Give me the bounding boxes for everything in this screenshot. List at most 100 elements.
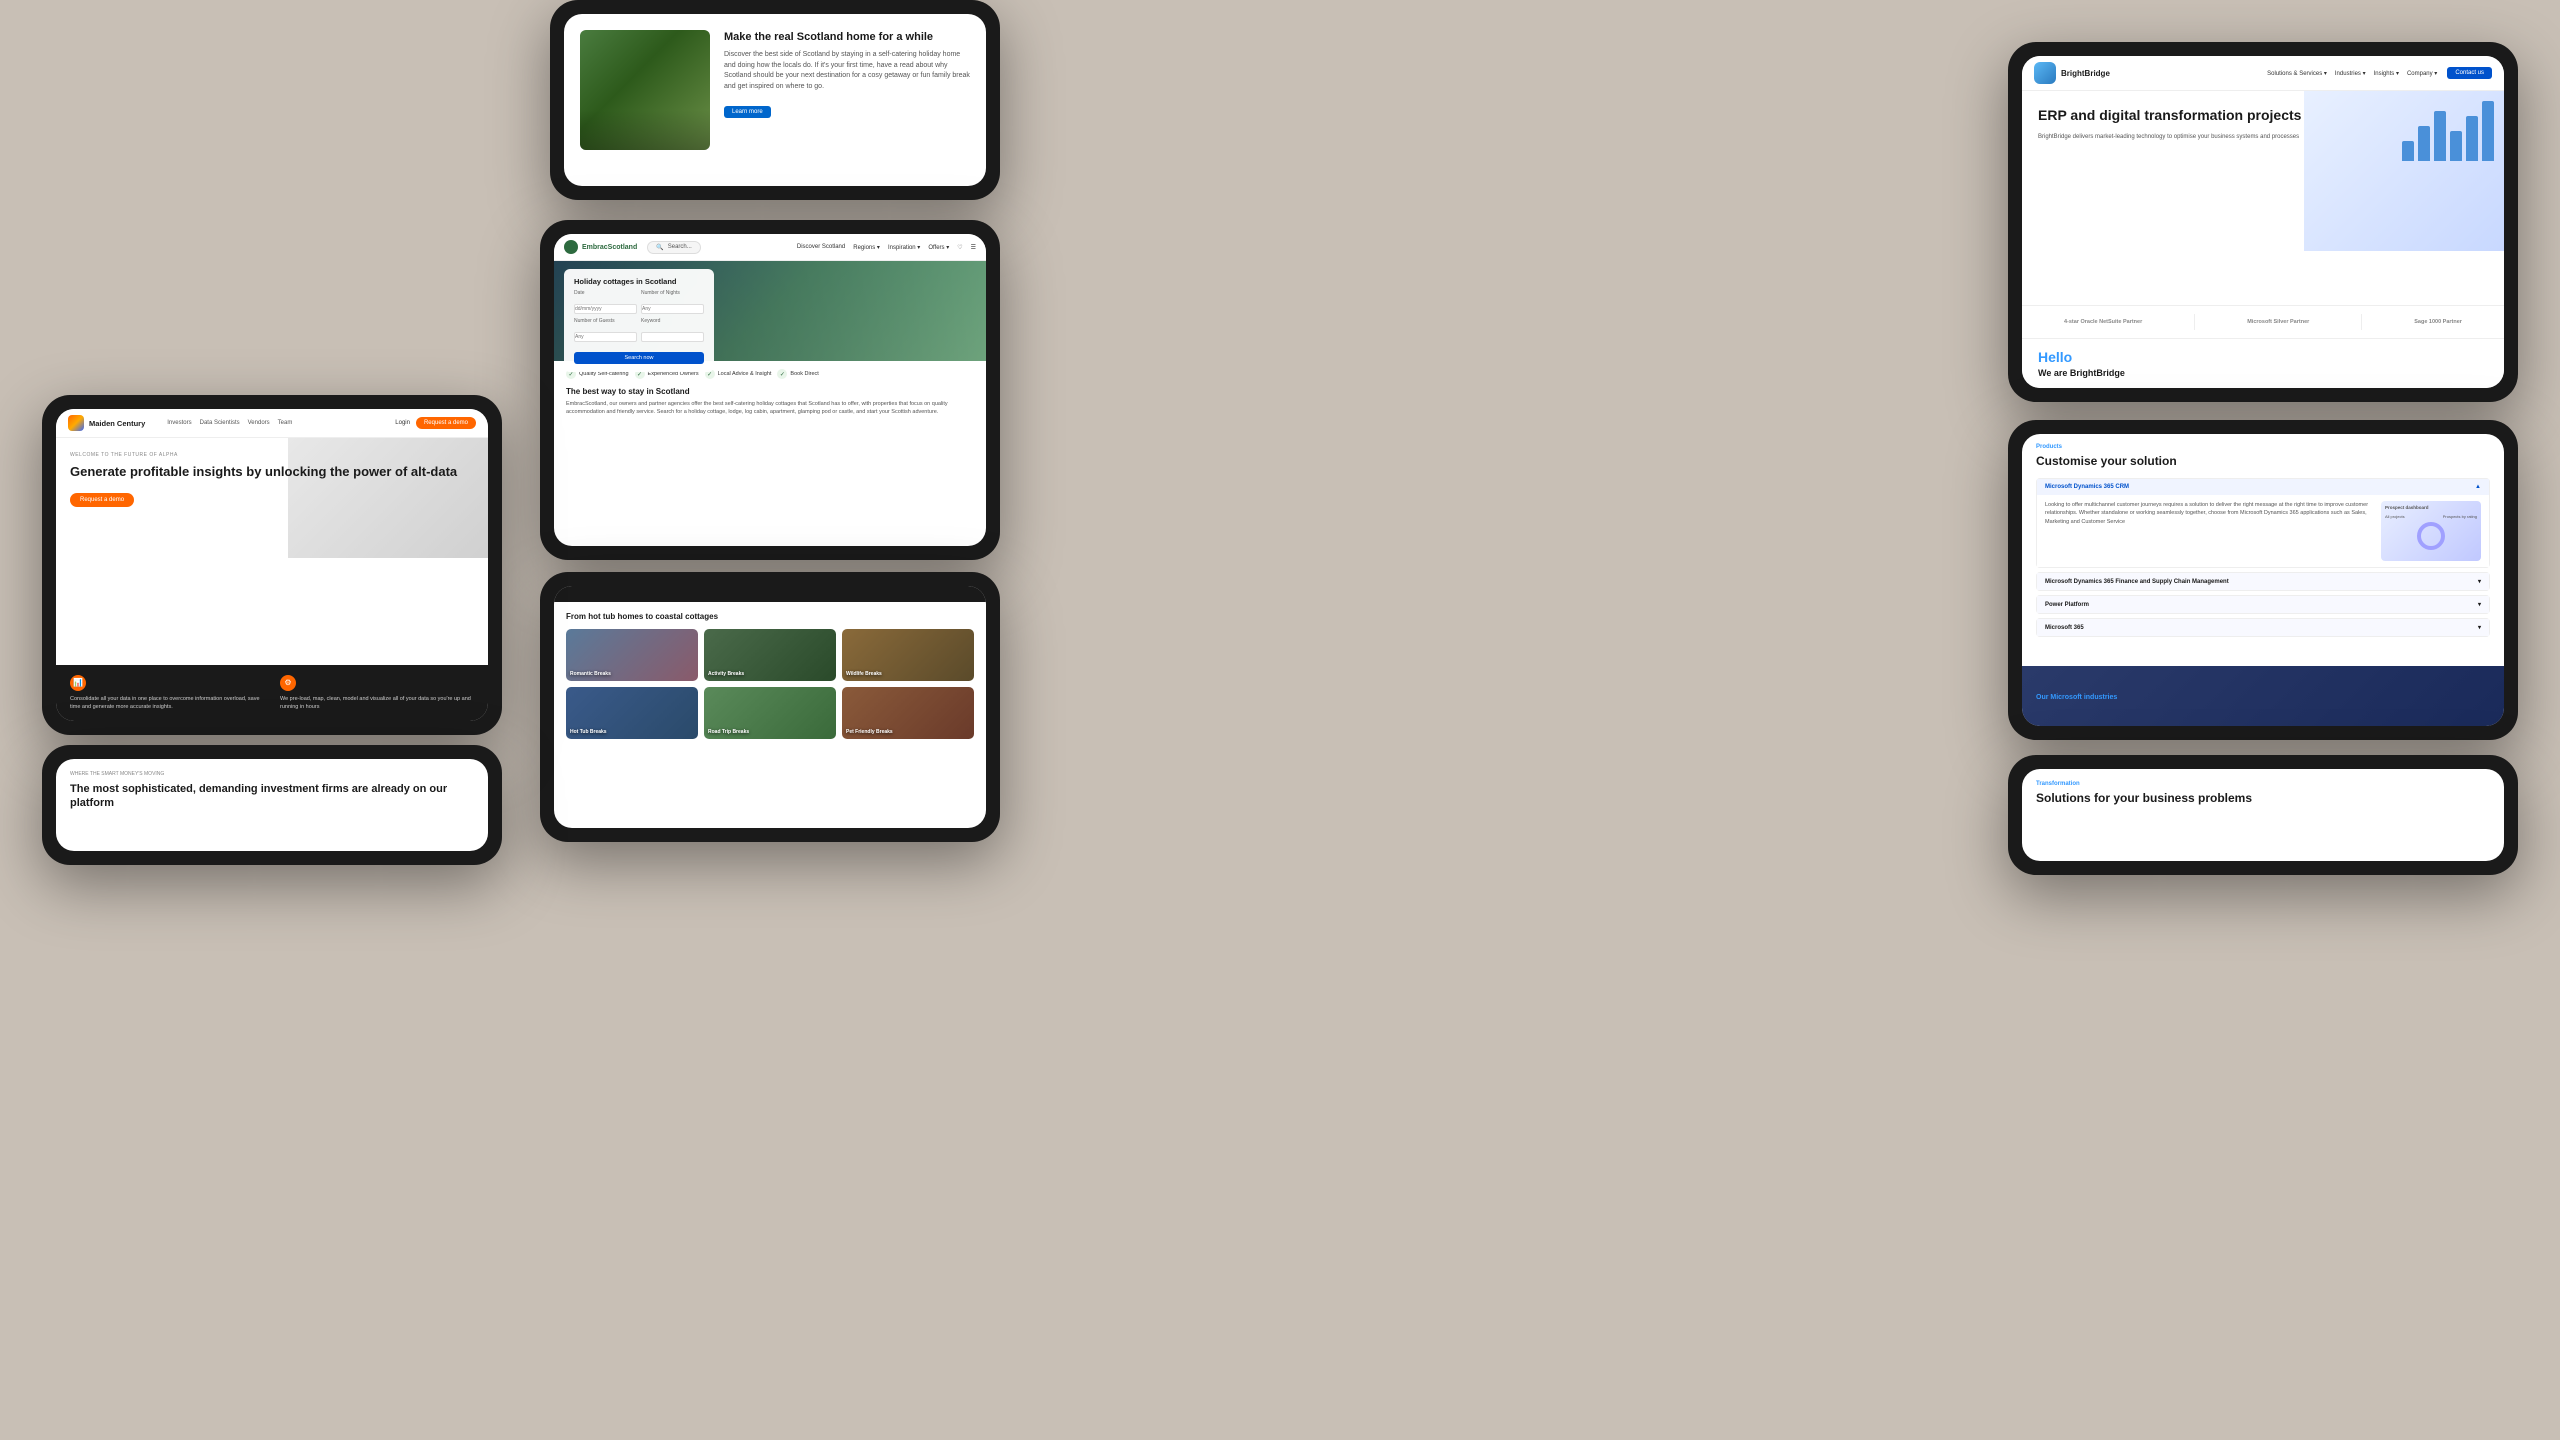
learn-more-button[interactable]: Learn more — [724, 106, 771, 118]
nav-discover[interactable]: Discover Scotland — [797, 244, 845, 251]
nav-investors[interactable]: Investors — [167, 420, 191, 426]
best-way-title: The best way to stay in Scotland — [566, 387, 974, 396]
mc-logo: Maiden Century — [68, 415, 145, 431]
accordion-crm-title: Microsoft Dynamics 365 CRM — [2045, 484, 2129, 490]
sage-partner: Sage 1000 Partner — [2414, 319, 2462, 325]
nav-heart[interactable]: ♡ — [957, 244, 962, 251]
embrace-nav-links: Discover Scotland Regions ▾ Inspiration … — [797, 244, 976, 251]
accordion-crm: Microsoft Dynamics 365 CRM ▲ Looking to … — [2036, 478, 2490, 568]
mc-brand-name: Maiden Century — [89, 419, 145, 428]
embrace-hero: Holiday cottages in Scotland Date Number… — [554, 261, 986, 361]
accordion-m365-header[interactable]: Microsoft 365 ▾ — [2037, 619, 2489, 636]
nav-company[interactable]: Company ▾ — [2407, 70, 2437, 77]
scotland-hero-image — [580, 30, 710, 150]
lb-tagline: WHERE THE SMART MONEY'S MOVING — [70, 771, 474, 777]
bar-2 — [2418, 126, 2430, 161]
bb-logo-icon — [2034, 62, 2056, 84]
nav-data-scientists[interactable]: Data Scientists — [200, 420, 240, 426]
bb-hello-text: We are BrightBridge — [2038, 368, 2488, 378]
bb-nav-links: Solutions & Services ▾ Industries ▾ Insi… — [2267, 70, 2437, 77]
products-accordion-list: Microsoft Dynamics 365 CRM ▲ Looking to … — [2022, 478, 2504, 666]
bb-partners: 4-star Oracle NetSuite Partner Microsoft… — [2022, 305, 2504, 338]
nav-inspiration[interactable]: Inspiration ▾ — [888, 244, 920, 251]
keyword-input[interactable] — [641, 332, 704, 342]
nav-regions[interactable]: Regions ▾ — [853, 244, 880, 251]
mc-nav-links: Investors Data Scientists Vendors Team — [167, 420, 292, 426]
bb-chart — [2402, 101, 2494, 161]
bb-brand-name: BrightBridge — [2061, 69, 2110, 78]
lb-headline: The most sophisticated, demanding invest… — [70, 782, 474, 811]
badge-label-3: Local Advice & Insight — [718, 371, 772, 377]
search-button[interactable]: Search now — [574, 352, 704, 364]
nav-insights[interactable]: Insights ▾ — [2374, 70, 2399, 77]
activity-breaks-tile[interactable]: Activity Breaks — [704, 629, 836, 681]
hot-tub-breaks-tile[interactable]: Hot Tub Breaks — [566, 687, 698, 739]
nights-input[interactable] — [641, 304, 704, 314]
login-button[interactable]: Login — [395, 420, 410, 426]
keyword-label: Keyword — [641, 318, 704, 324]
top-center-card: Make the real Scotland home for a while … — [550, 0, 1000, 200]
transformation-label: Transformation — [2036, 781, 2490, 787]
bar-6 — [2482, 101, 2494, 161]
microsoft-partner: Microsoft Silver Partner — [2247, 319, 2309, 325]
crm-text: Looking to offer multichannel customer j… — [2045, 501, 2373, 526]
nav-offers[interactable]: Offers ▾ — [928, 244, 949, 251]
guests-label: Number of Guests — [574, 318, 637, 324]
romantic-breaks-tile[interactable]: Romantic Breaks — [566, 629, 698, 681]
industries-section: Our Microsoft industries — [2022, 666, 2504, 726]
bb-hero: ERP and digital transformation projects … — [2022, 91, 2504, 305]
embrace-search[interactable]: 🔍 Search... — [647, 241, 701, 254]
nights-label: Number of Nights — [641, 290, 704, 296]
category-grid-row2: Hot Tub Breaks Road Trip Breaks Pet Frie… — [566, 687, 974, 739]
scotland-description: Discover the best side of Scotland by st… — [724, 50, 970, 92]
guests-input[interactable] — [574, 332, 637, 342]
crm-dashboard-preview: Prospect dashboard All projects Prospect… — [2381, 501, 2481, 561]
nav-menu[interactable]: ☰ — [971, 244, 976, 251]
accordion-power: Power Platform ▾ — [2036, 595, 2490, 614]
bb-hello-section: Hello We are BrightBridge — [2022, 338, 2504, 388]
gear-icon: ⚙ — [280, 675, 296, 691]
date-input[interactable] — [574, 304, 637, 314]
maiden-century-card: Maiden Century Investors Data Scientists… — [42, 395, 502, 735]
chevron-down-icon: ▾ — [2478, 578, 2481, 585]
pet-friendly-breaks-tile[interactable]: Pet Friendly Breaks — [842, 687, 974, 739]
bright-bridge-card: BrightBridge Solutions & Services ▾ Indu… — [2008, 42, 2518, 402]
mc-tagline: WELCOME TO THE FUTURE OF ALPHA — [70, 452, 474, 458]
chevron-up-icon: ▲ — [2475, 484, 2481, 490]
nav-solutions[interactable]: Solutions & Services ▾ — [2267, 70, 2327, 77]
bb-logo: BrightBridge — [2034, 62, 2110, 84]
accordion-crm-header[interactable]: Microsoft Dynamics 365 CRM ▲ — [2037, 479, 2489, 495]
hth-navbar — [554, 586, 986, 602]
divider-1 — [2194, 314, 2195, 330]
mc-feature-text-1: Consolidate all your data in one place t… — [70, 695, 264, 712]
wildlife-breaks-tile[interactable]: Wildlife Breaks — [842, 629, 974, 681]
accordion-finance-header[interactable]: Microsoft Dynamics 365 Finance and Suppl… — [2037, 573, 2489, 590]
nav-vendors[interactable]: Vendors — [248, 420, 270, 426]
check-icon-4: ✓ — [777, 369, 787, 379]
bar-4 — [2450, 131, 2462, 161]
bb-hero-image — [2304, 91, 2504, 251]
contact-button[interactable]: Contact us — [2447, 67, 2492, 79]
left-bottom-card: WHERE THE SMART MONEY'S MOVING The most … — [42, 745, 502, 865]
mc-navbar: Maiden Century Investors Data Scientists… — [56, 409, 488, 438]
mc-nav-actions: Login Request a demo — [395, 417, 476, 429]
embrace-logo-icon — [564, 240, 578, 254]
products-title: Customise your solution — [2022, 454, 2504, 478]
hot-tub-breaks-label: Hot Tub Breaks — [570, 729, 607, 735]
road-trip-breaks-tile[interactable]: Road Trip Breaks — [704, 687, 836, 739]
mc-cta-button[interactable]: Request a demo — [70, 493, 134, 507]
accordion-finance: Microsoft Dynamics 365 Finance and Suppl… — [2036, 572, 2490, 591]
nav-team[interactable]: Team — [278, 420, 293, 426]
accordion-m365-title: Microsoft 365 — [2045, 625, 2084, 631]
chart-icon: 📊 — [70, 675, 86, 691]
wildlife-breaks-label: Wildlife Breaks — [846, 671, 882, 677]
rb-title: Solutions for your business problems — [2036, 791, 2490, 805]
accordion-power-header[interactable]: Power Platform ▾ — [2037, 596, 2489, 613]
badge-local: ✓ Local Advice & Insight — [705, 369, 772, 379]
accordion-power-title: Power Platform — [2045, 602, 2089, 608]
category-grid-row1: Romantic Breaks Activity Breaks Wildlife… — [566, 629, 974, 681]
nav-industries[interactable]: Industries ▾ — [2335, 70, 2366, 77]
demo-button[interactable]: Request a demo — [416, 417, 476, 429]
bb-navbar: BrightBridge Solutions & Services ▾ Indu… — [2022, 56, 2504, 91]
mc-hero-text: WELCOME TO THE FUTURE OF ALPHA Generate … — [70, 452, 474, 665]
